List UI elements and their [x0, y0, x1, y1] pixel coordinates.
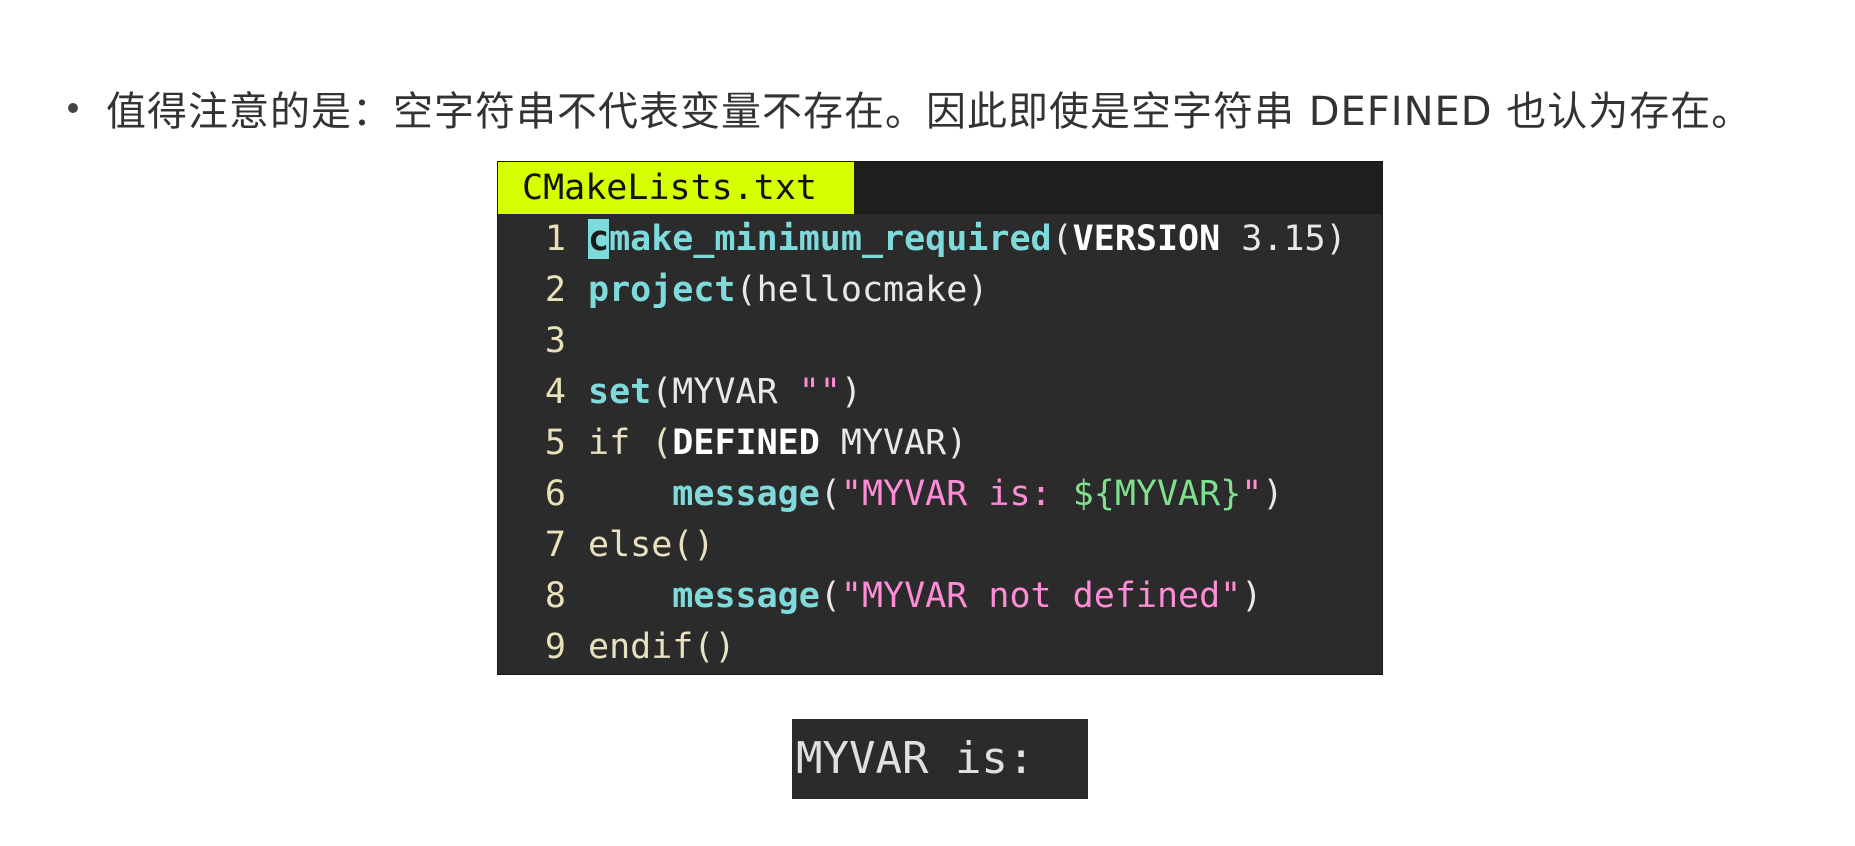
code-line: 5 if (DEFINED MYVAR) — [498, 418, 1382, 469]
code-token: 3.15) — [1220, 219, 1347, 259]
code-token: set — [588, 372, 652, 412]
code-editor: CMakeLists.txt 1 cmake_minimum_required(V… — [497, 161, 1383, 675]
line-number: 7 — [544, 525, 566, 565]
bullet-dot-icon — [68, 103, 78, 113]
line-number: 8 — [544, 576, 566, 616]
line-code[interactable]: endif() — [588, 622, 736, 673]
file-tab[interactable]: CMakeLists.txt — [498, 162, 854, 214]
code-token: ( — [819, 474, 841, 514]
note-text: 值得注意的是：空字符串不代表变量不存在。因此即使是空字符串 DEFINED 也认… — [106, 89, 1753, 135]
code-token: project — [588, 270, 736, 310]
code-token: ) — [840, 372, 862, 412]
code-token: message — [672, 576, 820, 616]
editor-tab-bar: CMakeLists.txt — [498, 162, 1382, 214]
code-token: "MYVAR is: — [840, 474, 1073, 514]
code-token: ) — [1262, 474, 1284, 514]
line-number: 3 — [544, 321, 566, 361]
code-token: if ( — [588, 423, 673, 463]
line-code[interactable]: message("MYVAR is: ${MYVAR}") — [588, 469, 1283, 520]
output-terminal: MYVAR is: — [792, 719, 1088, 799]
code-token: MYVAR) — [819, 423, 968, 463]
code-token: VERSION — [1072, 219, 1221, 259]
code-line: 9 endif() — [498, 622, 1382, 673]
code-line: 4 set(MYVAR "") — [498, 367, 1382, 418]
line-code[interactable]: else() — [588, 520, 714, 571]
code-line: 3 — [498, 316, 1382, 367]
code-lines: 1 cmake_minimum_required(VERSION 3.15) 2 pr… — [498, 214, 1382, 673]
line-number: 2 — [544, 270, 566, 310]
line-number: 1 — [544, 219, 566, 259]
line-code[interactable]: set(MYVAR "") — [588, 367, 862, 418]
code-token: (hellocmake) — [735, 270, 989, 310]
line-number: 5 — [544, 423, 566, 463]
line-code[interactable]: message("MYVAR not defined") — [588, 571, 1262, 622]
line-number: 6 — [544, 474, 566, 514]
code-token: endif() — [588, 627, 736, 667]
bullet-note: 值得注意的是：空字符串不代表变量不存在。因此即使是空字符串 DEFINED 也认… — [68, 82, 1753, 135]
code-line: 8 message("MYVAR not defined") — [498, 571, 1382, 622]
code-token: ) — [1241, 576, 1263, 616]
code-token: ( — [819, 576, 841, 616]
code-line: 7 else() — [498, 520, 1382, 571]
code-line: 2 project(hellocmake) — [498, 265, 1382, 316]
code-line: 6 message("MYVAR is: ${MYVAR}") — [498, 469, 1382, 520]
line-number: 9 — [544, 627, 566, 667]
code-token: (MYVAR — [651, 372, 799, 412]
line-code[interactable]: if (DEFINED MYVAR) — [588, 418, 967, 469]
code-token: " — [1241, 474, 1263, 514]
code-token: else() — [588, 525, 715, 565]
line-code[interactable]: project(hellocmake) — [588, 265, 988, 316]
code-line: 1 cmake_minimum_required(VERSION 3.15) — [498, 214, 1382, 265]
code-token: ( — [1051, 219, 1073, 259]
code-token: message — [672, 474, 820, 514]
code-token: "" — [798, 372, 841, 412]
code-token: make_minimum_required — [609, 219, 1052, 259]
code-token: "MYVAR not defined" — [840, 576, 1242, 616]
line-number: 4 — [544, 372, 566, 412]
code-token: DEFINED — [672, 423, 820, 463]
code-token: c — [588, 219, 610, 259]
line-code[interactable]: cmake_minimum_required(VERSION 3.15) — [588, 214, 1347, 265]
code-token: ${MYVAR} — [1072, 474, 1242, 514]
